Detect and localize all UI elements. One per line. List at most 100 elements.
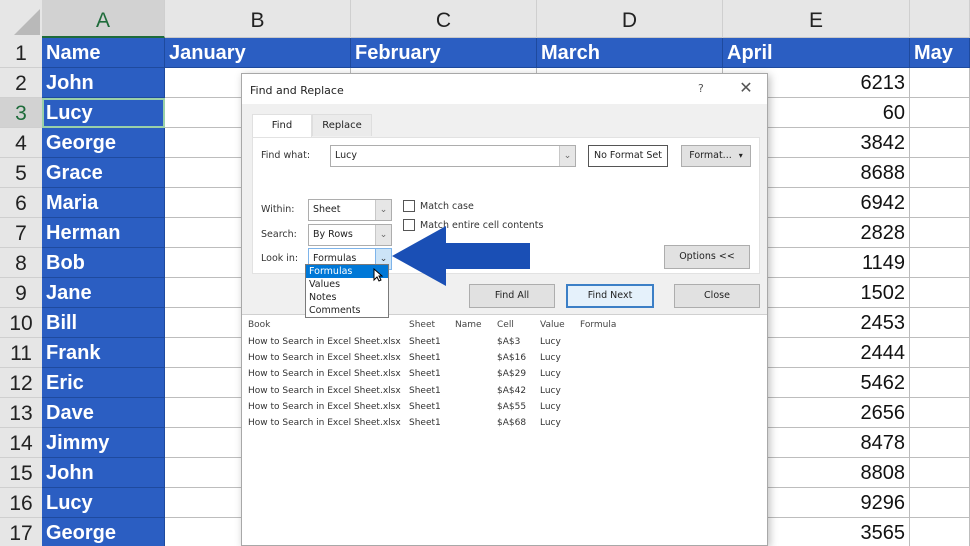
row-header-15[interactable]: 15 — [0, 458, 42, 488]
result-cell: $A$29 — [497, 369, 527, 380]
column-header-a[interactable]: A — [42, 0, 165, 38]
format-button[interactable]: Format... ▾ — [681, 145, 751, 167]
row-header-6[interactable]: 6 — [0, 188, 42, 218]
empty-cell[interactable] — [910, 518, 970, 546]
empty-cell[interactable] — [910, 338, 970, 368]
empty-cell[interactable] — [910, 98, 970, 128]
row-header-14[interactable]: 14 — [0, 428, 42, 458]
name-cell[interactable]: Dave — [42, 398, 165, 428]
header-cell[interactable]: February — [351, 38, 537, 68]
find-all-button[interactable]: Find All — [469, 284, 555, 308]
result-sheet: Sheet1 — [409, 418, 441, 428]
empty-cell[interactable] — [910, 308, 970, 338]
search-select[interactable]: By Rows ⌄ — [308, 224, 392, 246]
name-cell[interactable]: George — [42, 518, 165, 546]
header-cell[interactable]: April — [723, 38, 910, 68]
row-header-12[interactable]: 12 — [0, 368, 42, 398]
name-cell[interactable]: Herman — [42, 218, 165, 248]
result-sheet: Sheet1 — [409, 385, 441, 396]
name-cell[interactable]: Jimmy — [42, 428, 165, 458]
name-cell[interactable]: Frank — [42, 338, 165, 368]
name-cell[interactable]: John — [42, 68, 165, 98]
name-cell[interactable]: Jane — [42, 278, 165, 308]
column-header-c[interactable]: C — [351, 0, 537, 38]
column-header-d[interactable]: D — [537, 0, 723, 38]
row-header-16[interactable]: 16 — [0, 488, 42, 518]
close-button[interactable]: Close — [674, 284, 760, 308]
annotation-arrow-shape — [392, 226, 530, 286]
name-cell[interactable]: Maria — [42, 188, 165, 218]
results-col-sheet[interactable]: Sheet — [409, 320, 435, 330]
dropdown-caret-icon: ▾ — [738, 151, 743, 160]
row-header-13[interactable]: 13 — [0, 398, 42, 428]
empty-cell[interactable] — [910, 398, 970, 428]
search-value: By Rows — [313, 229, 353, 240]
name-cell[interactable]: Bob — [42, 248, 165, 278]
empty-cell[interactable] — [910, 188, 970, 218]
header-cell[interactable]: May — [910, 38, 970, 68]
tab-replace[interactable]: Replace — [312, 114, 372, 136]
chevron-down-icon[interactable]: ⌄ — [375, 200, 391, 220]
look-in-option-comments[interactable]: Comments — [306, 304, 388, 317]
empty-cell[interactable] — [910, 248, 970, 278]
name-cell[interactable]: Lucy — [42, 98, 165, 128]
result-value: Lucy — [540, 353, 561, 364]
name-cell[interactable]: Lucy — [42, 488, 165, 518]
look-in-option-notes[interactable]: Notes — [306, 291, 388, 304]
results-list[interactable]: Book Sheet Name Cell Value Formula How t… — [242, 314, 767, 545]
select-all-corner[interactable] — [0, 0, 42, 38]
column-header-e[interactable]: E — [723, 0, 910, 38]
name-cell[interactable]: Grace — [42, 158, 165, 188]
row-header-3[interactable]: 3 — [0, 98, 42, 128]
empty-cell[interactable] — [910, 158, 970, 188]
find-next-button[interactable]: Find Next — [566, 284, 654, 308]
results-col-book[interactable]: Book — [248, 320, 270, 330]
row-header-2[interactable]: 2 — [0, 68, 42, 98]
empty-cell[interactable] — [910, 128, 970, 158]
header-cell[interactable]: January — [165, 38, 351, 68]
empty-cell[interactable] — [910, 278, 970, 308]
options-button[interactable]: Options << — [664, 245, 750, 269]
result-value: Lucy — [540, 418, 561, 428]
row-header-5[interactable]: 5 — [0, 158, 42, 188]
within-select[interactable]: Sheet ⌄ — [308, 199, 392, 221]
chevron-down-icon[interactable]: ⌄ — [559, 146, 575, 166]
row-header-4[interactable]: 4 — [0, 128, 42, 158]
row-header-17[interactable]: 17 — [0, 518, 42, 546]
empty-cell[interactable] — [910, 458, 970, 488]
row-header-10[interactable]: 10 — [0, 308, 42, 338]
chevron-down-icon[interactable]: ⌄ — [375, 225, 391, 245]
row-header-8[interactable]: 8 — [0, 248, 42, 278]
empty-cell[interactable] — [910, 488, 970, 518]
tab-find[interactable]: Find — [252, 114, 312, 138]
empty-cell[interactable] — [910, 68, 970, 98]
row-header-9[interactable]: 9 — [0, 278, 42, 308]
header-cell[interactable]: March — [537, 38, 723, 68]
results-col-cell[interactable]: Cell — [497, 320, 514, 330]
row-header-7[interactable]: 7 — [0, 218, 42, 248]
name-cell[interactable]: Eric — [42, 368, 165, 398]
mouse-pointer-icon — [373, 268, 383, 282]
help-button[interactable]: ? — [698, 82, 704, 95]
name-cell[interactable]: Bill — [42, 308, 165, 338]
find-what-input[interactable]: Lucy ⌄ — [330, 145, 576, 167]
result-value: Lucy — [540, 401, 561, 412]
row-header-1[interactable]: 1 — [0, 38, 42, 68]
name-cell[interactable]: John — [42, 458, 165, 488]
column-header-b[interactable]: B — [165, 0, 351, 38]
name-cell[interactable]: George — [42, 128, 165, 158]
column-header-f[interactable] — [910, 0, 970, 38]
results-col-formula[interactable]: Formula — [580, 320, 616, 330]
result-value: Lucy — [540, 337, 561, 347]
match-case-checkbox[interactable] — [403, 200, 415, 212]
close-icon[interactable]: ✕ — [736, 78, 756, 98]
empty-cell[interactable] — [910, 368, 970, 398]
empty-cell[interactable] — [910, 218, 970, 248]
row-header-11[interactable]: 11 — [0, 338, 42, 368]
result-cell: $A$3 — [497, 337, 521, 347]
no-format-set-button[interactable]: No Format Set — [588, 145, 668, 167]
empty-cell[interactable] — [910, 428, 970, 458]
header-cell[interactable]: Name — [42, 38, 165, 68]
results-col-value[interactable]: Value — [540, 320, 565, 330]
results-col-name[interactable]: Name — [455, 320, 482, 330]
